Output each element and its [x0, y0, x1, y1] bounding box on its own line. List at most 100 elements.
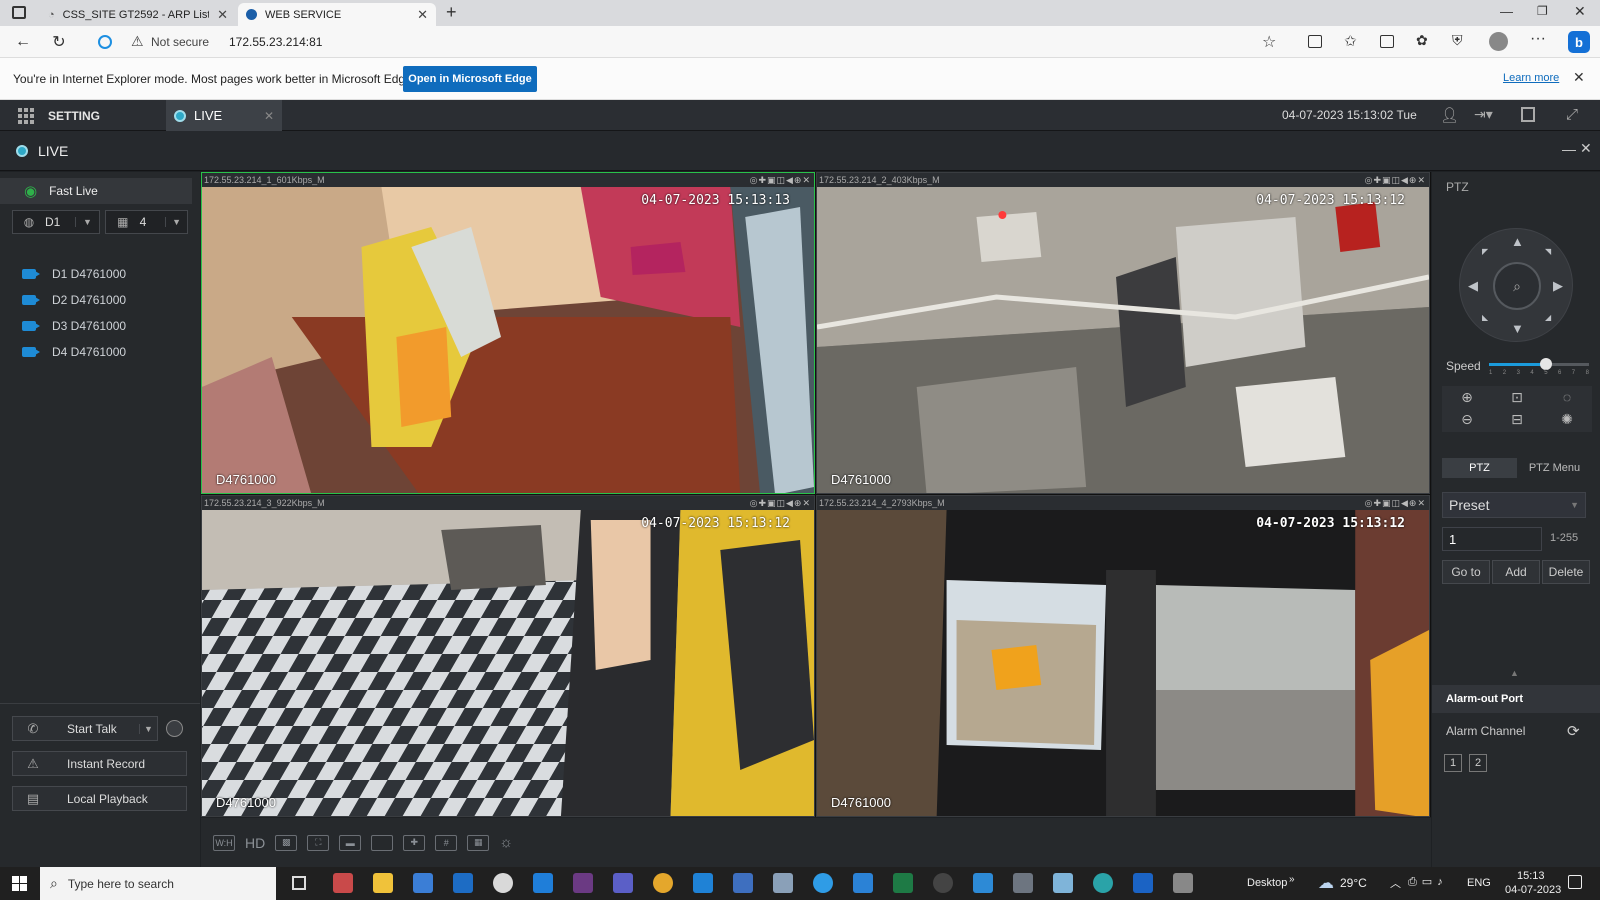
open-in-edge-button[interactable]: Open in Microsoft Edge [403, 66, 537, 92]
calculator-icon[interactable] [1013, 873, 1033, 893]
zoom-in-icon[interactable]: ⊕ [1445, 387, 1489, 407]
tab-live[interactable]: LIVE ✕ [166, 100, 282, 131]
tab-actions-icon[interactable] [12, 6, 26, 19]
weather-temp[interactable]: 29°C [1340, 876, 1367, 890]
taskbar-search-box[interactable]: ⌕ Type here to search [40, 867, 276, 900]
close-tab-icon[interactable]: ✕ [417, 7, 428, 23]
setting-menu[interactable]: SETTING [0, 100, 165, 131]
logout-icon[interactable]: ⇥▾ [1474, 106, 1493, 123]
focus-far-icon[interactable]: ⊟ [1495, 409, 1539, 429]
app-icon-7[interactable] [1053, 873, 1073, 893]
iris-close-icon[interactable]: ✺ [1545, 409, 1589, 429]
stream-select[interactable]: ◍ D1 ▼ [12, 210, 100, 234]
more-options-icon[interactable]: ··· [1530, 30, 1546, 48]
tab-ptz[interactable]: PTZ [1442, 458, 1517, 478]
clock-date[interactable]: 04-07-2023 [1505, 884, 1561, 896]
chevron-down-icon[interactable]: ▼ [139, 723, 157, 734]
video-cell-2[interactable]: 172.55.23.214_2_403Kbps_M ◎✚▣◫◀⊕✕ 04-07-… [816, 172, 1430, 494]
fullscreen-icon[interactable]: ⤢ [1566, 106, 1578, 123]
new-tab-button[interactable]: + [446, 2, 457, 23]
edge-icon[interactable] [1093, 873, 1113, 893]
layout-1-icon[interactable] [371, 834, 394, 851]
minimize-window-icon[interactable]: — [1500, 4, 1513, 19]
start-talk-button[interactable]: ✆ Start Talk ▼ [12, 716, 158, 741]
extensions-icon[interactable]: ✿ [1416, 32, 1428, 49]
url-text[interactable]: 172.55.23.214:81 [229, 35, 322, 49]
aspect-ratio-icon[interactable]: W:H [213, 834, 235, 851]
close-tab-icon[interactable]: ✕ [217, 7, 228, 23]
browser-essentials-icon[interactable]: ⛨ [1452, 32, 1463, 49]
codec-icon[interactable]: ▩ [275, 834, 298, 851]
file-explorer-icon[interactable] [373, 873, 393, 893]
close-infobar-icon[interactable]: ✕ [1573, 69, 1585, 86]
video-cell-controls-icon[interactable]: ◎✚▣◫◀⊕✕ [1365, 496, 1429, 510]
chevron-down-icon[interactable]: ▼ [75, 217, 99, 227]
show-more-icon[interactable]: » [1289, 874, 1295, 885]
chevron-down-icon[interactable]: ▼ [165, 217, 187, 227]
minimize-panel-icon[interactable]: — [1562, 141, 1576, 157]
profile-icon[interactable] [1489, 32, 1508, 51]
app-icon-6[interactable] [973, 873, 993, 893]
speed-slider-handle[interactable] [1540, 358, 1553, 370]
collapse-icon[interactable]: ▲ [1510, 668, 1519, 678]
single-view-full-icon[interactable]: ▬ [339, 834, 362, 851]
video-cell-4[interactable]: 172.55.23.214_4_2793Kbps_M ◎✚▣◫◀⊕✕ 04-07… [816, 495, 1430, 817]
layout-custom-icon[interactable]: ▦ [467, 834, 490, 851]
instant-record-button[interactable]: ⚠ Instant Record [12, 751, 187, 776]
learn-more-link[interactable]: Learn more [1503, 72, 1559, 84]
device-item-d3[interactable]: D3 D4761000 [22, 315, 126, 337]
favorite-star-icon[interactable]: ☆ [1262, 32, 1276, 52]
back-icon[interactable]: ← [8, 26, 38, 58]
delete-preset-button[interactable]: Delete [1542, 560, 1590, 584]
notifications-icon[interactable] [1568, 875, 1582, 889]
alarm-channel-2[interactable]: 2 [1469, 754, 1487, 772]
browser-tab-web-service[interactable]: WEB SERVICE ✕ [238, 3, 436, 26]
task-view-icon[interactable] [292, 876, 306, 890]
arrow-left-icon[interactable]: ◀ [1468, 278, 1478, 294]
layout-4-icon[interactable]: ✚ [403, 834, 426, 851]
device-item-d2[interactable]: D2 D4761000 [22, 289, 126, 311]
app-icon-2[interactable] [493, 873, 513, 893]
tab-ptz-menu[interactable]: PTZ Menu [1517, 458, 1592, 478]
ptz-direction-pad[interactable]: ▲ ▼ ◀ ▶ ◤ ◥ ◣ ◢ ⌕ [1459, 228, 1573, 342]
security-label[interactable]: Not secure [151, 35, 209, 49]
preset-select[interactable]: Preset ▼ [1442, 492, 1586, 518]
clock-time[interactable]: 15:13 [1517, 870, 1545, 882]
video-cell-controls-icon[interactable]: ◎✚▣◫◀⊕✕ [750, 173, 814, 187]
layout-select[interactable]: ▦ 4 ▼ [105, 210, 188, 234]
arrow-right-icon[interactable]: ▶ [1553, 278, 1563, 294]
language-indicator[interactable]: ENG [1467, 877, 1491, 889]
excel-icon[interactable] [893, 873, 913, 893]
chrome-icon[interactable] [653, 873, 673, 893]
settings-icon[interactable] [933, 873, 953, 893]
tray-icons[interactable]: ⎙▭♪ [1408, 875, 1448, 889]
video-cell-3[interactable]: 172.55.23.214_3_922Kbps_M ◎✚▣◫◀⊕✕ 04-07-… [201, 495, 815, 817]
fit-window-icon[interactable]: ⛶ [307, 834, 330, 851]
arrow-up-left-icon[interactable]: ◤ [1482, 247, 1488, 256]
device-item-d4[interactable]: D4 D4761000 [22, 341, 126, 363]
mail-icon[interactable] [693, 873, 713, 893]
browser-tab-arp[interactable]: ◔ CSS_SITE GT2592 - ARP List at no ✕ [40, 3, 236, 26]
talk-status-indicator[interactable] [166, 720, 183, 737]
windows-start-icon[interactable] [12, 876, 27, 891]
network-app-icon[interactable] [773, 873, 793, 893]
layout-switch-icon[interactable] [1521, 107, 1535, 122]
video-cell-controls-icon[interactable]: ◎✚▣◫◀⊕✕ [750, 496, 814, 510]
hd-toggle-button[interactable]: HD [245, 835, 265, 851]
ptz-center-zoom-icon[interactable]: ⌕ [1493, 262, 1541, 310]
close-window-icon[interactable]: ✕ [1574, 3, 1586, 20]
copilot-icon[interactable]: b [1568, 31, 1590, 53]
teams-icon[interactable] [613, 873, 633, 893]
focus-near-icon[interactable]: ⊡ [1495, 387, 1539, 407]
refresh-alarm-icon[interactable]: ⟳ [1567, 722, 1580, 740]
restore-window-icon[interactable]: ❐ [1537, 4, 1548, 18]
app-icon-8[interactable] [1133, 873, 1153, 893]
fast-live-header[interactable]: ◉ Fast Live [0, 178, 192, 204]
store-icon[interactable] [413, 873, 433, 893]
arrow-down-left-icon[interactable]: ◣ [1482, 313, 1488, 322]
add-preset-button[interactable]: Add [1492, 560, 1540, 584]
app-icon-1[interactable] [333, 873, 353, 893]
arrow-up-icon[interactable]: ▲ [1511, 234, 1524, 249]
arrow-down-right-icon[interactable]: ◢ [1545, 313, 1551, 322]
goto-preset-button[interactable]: Go to [1442, 560, 1490, 584]
